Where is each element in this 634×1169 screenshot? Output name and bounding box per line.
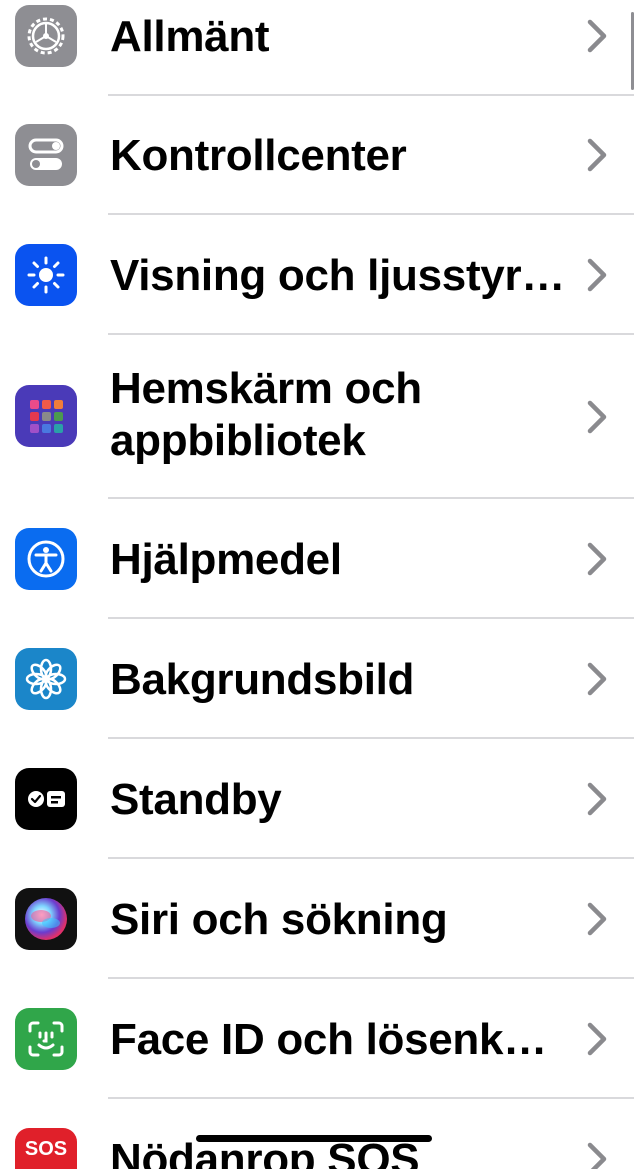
settings-item-label: Standby — [110, 775, 282, 824]
siri-icon — [15, 888, 77, 950]
settings-item-emergency-sos[interactable]: SOS Nödanrop SOS — [0, 1099, 634, 1169]
chevron-right-icon — [587, 19, 607, 53]
settings-item-wallpaper[interactable]: Bakgrundsbild — [0, 619, 634, 737]
settings-item-general[interactable]: Allmänt — [0, 0, 634, 95]
settings-item-label: Face ID och lösenk… — [110, 1015, 547, 1064]
chevron-right-icon — [587, 1022, 607, 1056]
chevron-right-icon — [587, 662, 607, 696]
app-grid-icon — [15, 385, 77, 447]
chevron-right-icon — [587, 400, 607, 434]
flower-icon — [15, 648, 77, 710]
settings-item-control-center[interactable]: Kontrollcenter — [0, 96, 634, 214]
face-id-icon — [15, 1008, 77, 1070]
settings-item-label: Siri och sökning — [110, 895, 448, 944]
settings-item-siri-search[interactable]: Siri och sökning — [0, 859, 634, 977]
chevron-right-icon — [587, 258, 607, 292]
settings-item-label: Kontrollcenter — [110, 131, 407, 180]
sos-icon: SOS — [15, 1128, 77, 1169]
chevron-right-icon — [587, 542, 607, 576]
chevron-right-icon — [587, 782, 607, 816]
settings-item-face-id[interactable]: Face ID och lösenk… — [0, 979, 634, 1097]
home-indicator[interactable] — [196, 1135, 432, 1142]
settings-item-display-brightness[interactable]: Visning och ljusstyr… — [0, 215, 634, 333]
chevron-right-icon — [587, 1142, 607, 1169]
settings-item-label: Visning och ljusstyr… — [110, 251, 565, 300]
settings-item-standby[interactable]: Standby — [0, 739, 634, 857]
chevron-right-icon — [587, 902, 607, 936]
settings-item-label: Bakgrundsbild — [110, 655, 415, 704]
standby-icon — [15, 768, 77, 830]
settings-item-label: Hemskärm och appbibliotek — [110, 364, 422, 465]
gear-icon — [15, 5, 77, 67]
chevron-right-icon — [587, 138, 607, 172]
settings-item-accessibility[interactable]: Hjälpmedel — [0, 499, 634, 617]
sun-icon — [15, 244, 77, 306]
accessibility-icon — [15, 528, 77, 590]
settings-item-label: Hjälpmedel — [110, 535, 342, 584]
toggles-icon — [15, 124, 77, 186]
settings-item-home-screen[interactable]: Hemskärm och appbibliotek — [0, 335, 634, 497]
settings-item-label: Allmänt — [110, 12, 270, 61]
